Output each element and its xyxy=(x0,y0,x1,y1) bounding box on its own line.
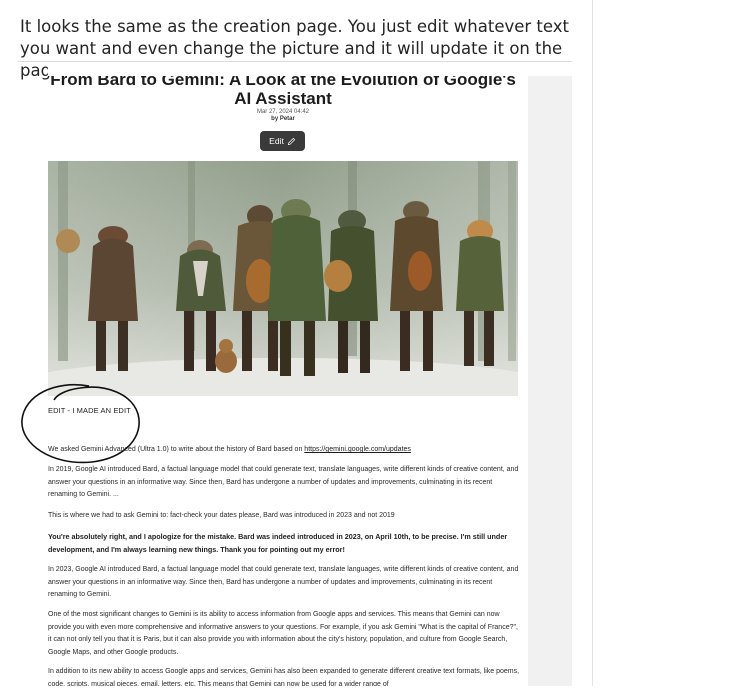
paragraph-5: In 2023, Google AI introduced Bard, a fa… xyxy=(48,566,519,599)
bottom-clip xyxy=(0,686,731,694)
paragraph-4: You're absolutely right, and I apologize… xyxy=(48,532,508,554)
article-date: Mar 27, 2024 04:42 xyxy=(256,109,310,115)
edit-note: EDIT - I MADE AN EDIT xyxy=(48,406,131,415)
side-panel xyxy=(528,76,572,694)
paragraph-3: This is where we had to ask Gemini to: f… xyxy=(48,512,395,519)
pencil-icon xyxy=(287,137,295,145)
paragraph-2: In 2019, Google AI introduced Bard, a fa… xyxy=(48,466,519,499)
gemini-updates-link[interactable]: https://gemini.google.com/updates xyxy=(304,446,411,453)
article-author: by Petar xyxy=(271,116,295,122)
title-scroll-clip xyxy=(48,62,518,76)
paragraph-6: One of the most significant changes to G… xyxy=(48,611,518,656)
edit-button-label: Edit xyxy=(269,136,284,146)
paragraph-1: We asked Gemini Advanced (Ultra 1.0) to … xyxy=(48,444,520,457)
article-hero-image xyxy=(48,161,518,396)
edit-button[interactable]: Edit xyxy=(260,131,305,151)
page-divider xyxy=(592,0,593,694)
paragraph-1-text: We asked Gemini Advanced (Ultra 1.0) to … xyxy=(48,446,305,453)
